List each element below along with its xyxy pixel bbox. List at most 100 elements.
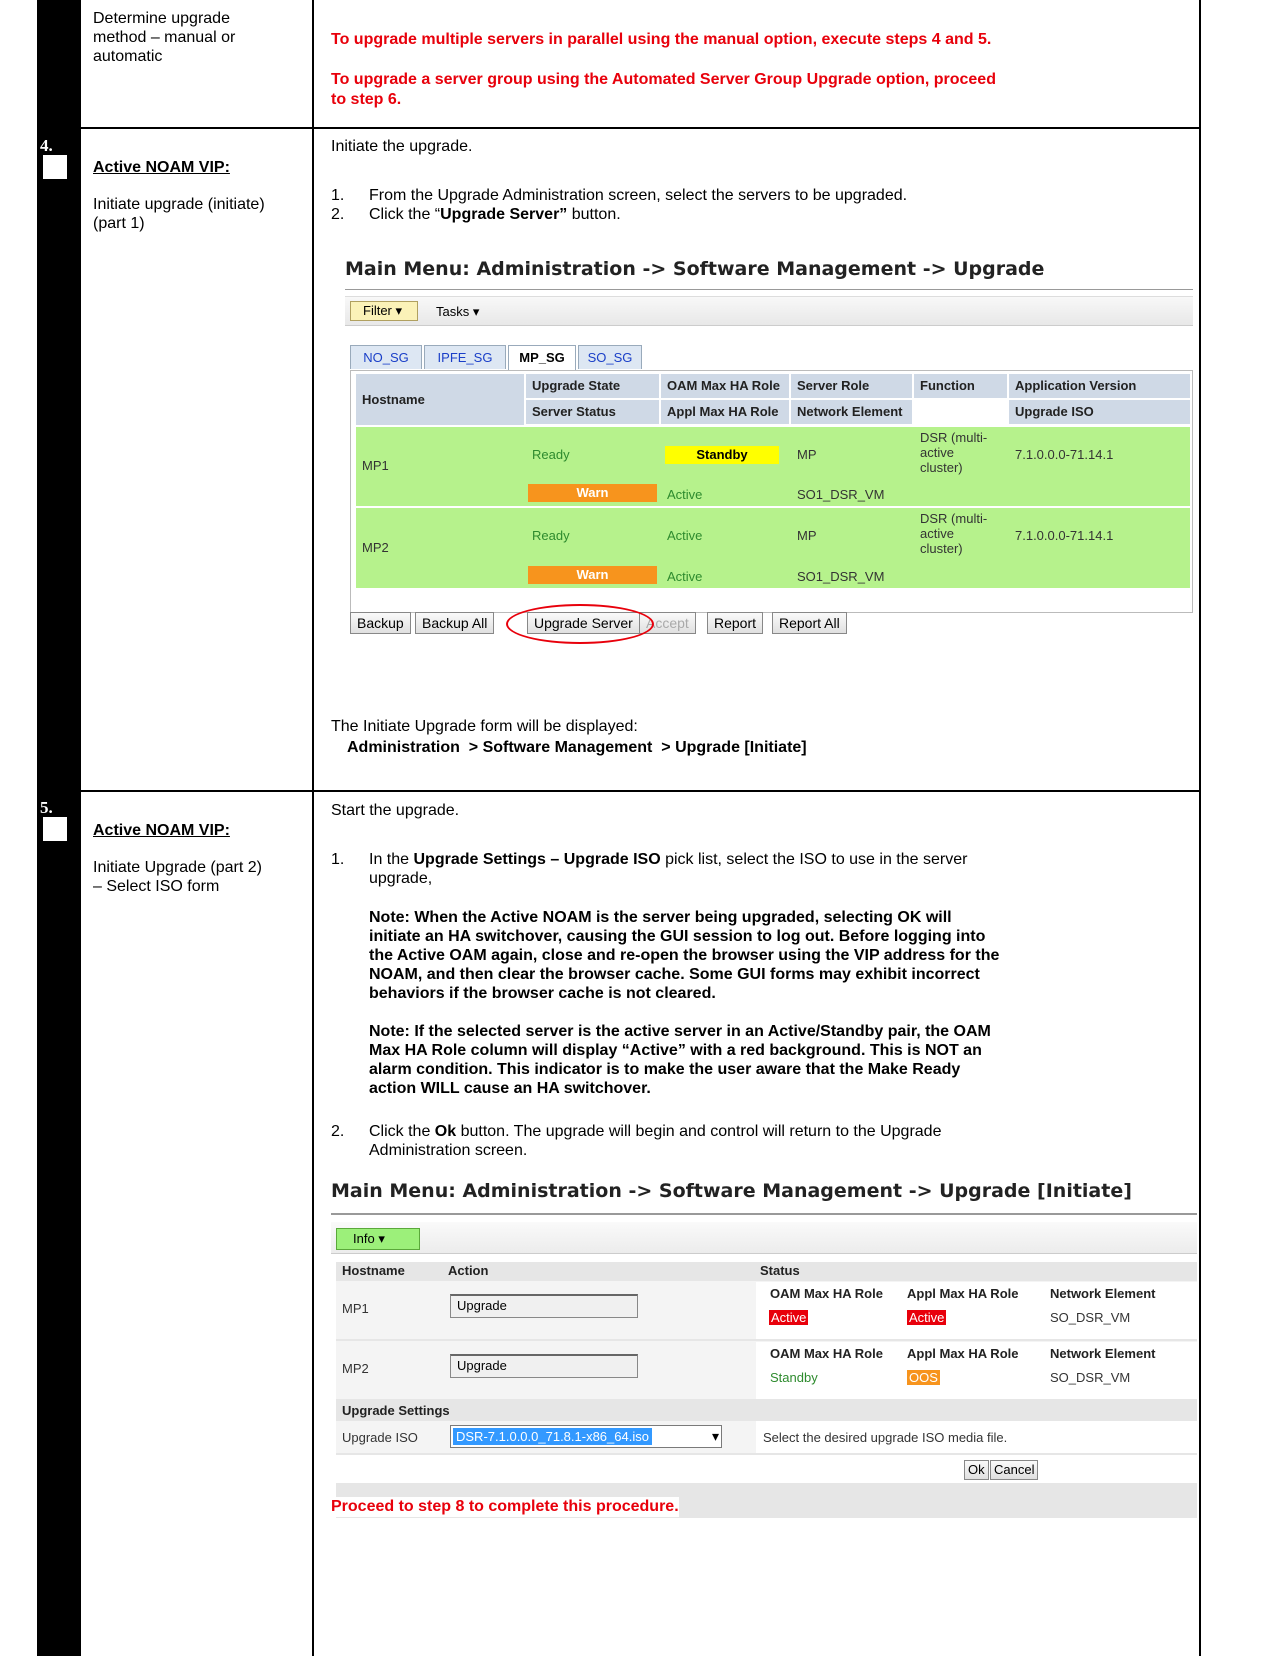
right-border (1199, 0, 1201, 1656)
tab-mp-sg[interactable]: MP_SG (508, 345, 576, 371)
tab-ipfe-sg[interactable]: IPFE_SG (424, 345, 506, 369)
screen-title: Main Menu: Administration -> Software Ma… (345, 258, 1045, 280)
row-server-role: MP (797, 447, 817, 462)
status-appl-value: OOS (907, 1370, 940, 1385)
step-item-text: From the Upgrade Administration screen, … (369, 187, 908, 204)
note-active-standby: Note: If the selected server is the acti… (369, 1023, 991, 1097)
step-item-number: 2. (331, 1123, 345, 1140)
row-hostname: MP2 (342, 1361, 369, 1376)
server-status-badge: Warn (528, 566, 657, 584)
screen-title: Main Menu: Administration -> Software Ma… (331, 1180, 1132, 1202)
row-upgrade-state: Ready (532, 447, 570, 462)
step-item-text: Click the “Upgrade Server” button. (369, 206, 621, 223)
row-oam-role: Active (667, 528, 703, 543)
status-appl-value: Active (907, 1310, 947, 1325)
col-server-status: Server Status (526, 400, 659, 424)
row-network-element: SO1_DSR_VM (797, 487, 885, 502)
title-rule (331, 1213, 1197, 1215)
step-checkbox[interactable] (43, 817, 67, 841)
proceed-instruction: Proceed to step 8 to complete this proce… (331, 1497, 679, 1517)
tab-bar: NO_SG IPFE_SG MP_SG SO_SG (350, 345, 1160, 371)
server-status-badge: Warn (528, 484, 657, 502)
step-number: 5. (40, 798, 53, 817)
form-button-row (336, 1455, 1197, 1483)
col-function: Function (914, 374, 1007, 398)
action-field[interactable]: Upgrade (450, 1354, 638, 1378)
col-hostname: Hostname (356, 374, 524, 425)
step-description: Initiate upgrade (initiate) (part 1) (93, 196, 265, 232)
status-ne-value: SO_DSR_VM (1050, 1310, 1131, 1325)
row-function: DSR (multi-active cluster) (920, 511, 988, 556)
table-row[interactable] (356, 508, 1190, 588)
oam-role-badge: Standby (665, 446, 779, 464)
row-hostname: MP2 (362, 540, 389, 555)
col-upgrade-state: Upgrade State (526, 374, 659, 398)
status-appl-label: Appl Max HA Role (907, 1286, 1019, 1301)
col-hostname: Hostname (342, 1263, 405, 1278)
row-hostname: MP1 (342, 1301, 369, 1316)
col-oam-role: OAM Max HA Role (661, 374, 789, 398)
method-label: Determine upgrade method – manual or aut… (93, 10, 236, 65)
form-note: The Initiate Upgrade form will be displa… (331, 718, 638, 735)
col-upgrade-iso: Upgrade ISO (1009, 400, 1190, 424)
step-number: 4. (40, 136, 53, 155)
iso-hint: Select the desired upgrade ISO media fil… (763, 1430, 1008, 1445)
tasks-menu[interactable]: Tasks ▾ (436, 303, 479, 321)
step-item-text: Click the Ok button. The upgrade will be… (369, 1123, 942, 1159)
tab-so-sg[interactable]: SO_SG (578, 345, 642, 369)
step-role: Active NOAM VIP: (93, 822, 230, 839)
column-divider (312, 0, 314, 1656)
step-role: Active NOAM VIP: (93, 159, 230, 176)
col-network-element: Network Element (791, 400, 912, 424)
status-oam-value: Standby (770, 1370, 818, 1385)
col-server-role: Server Role (791, 374, 912, 398)
info-button[interactable]: Info ▾ (336, 1228, 420, 1250)
step-item-number: 1. (331, 851, 345, 868)
ok-button[interactable]: Ok (964, 1460, 989, 1480)
col-action: Action (448, 1263, 489, 1278)
row-divider (37, 790, 1201, 792)
step-item-text: In the Upgrade Settings – Upgrade ISO pi… (369, 851, 968, 887)
status-ne-label: Network Element (1050, 1346, 1156, 1361)
status-ne-label: Network Element (1050, 1286, 1156, 1301)
status-oam-value: Active (769, 1310, 809, 1325)
filter-button[interactable]: Filter ▾ (350, 301, 418, 321)
iso-selected-value: DSR-7.1.0.0.0_71.8.1-x86_64.iso (453, 1428, 652, 1445)
step-item-number: 2. (331, 206, 345, 223)
automatic-instruction: To upgrade a server group using the Auto… (331, 71, 996, 108)
row-appl-role: Active (667, 487, 703, 502)
report-all-button[interactable]: Report All (772, 612, 847, 634)
highlight-circle (506, 604, 654, 644)
col-status: Status (760, 1263, 800, 1278)
manual-instruction: To upgrade multiple servers in parallel … (331, 31, 992, 48)
iso-select[interactable]: DSR-7.1.0.0.0_71.8.1-x86_64.iso ▾ (450, 1425, 722, 1448)
backup-button[interactable]: Backup (350, 612, 411, 634)
step-intro: Initiate the upgrade. (331, 138, 473, 155)
row-function: DSR (multi-active cluster) (920, 430, 988, 475)
status-ne-value: SO_DSR_VM (1050, 1370, 1131, 1385)
row-network-element: SO1_DSR_VM (797, 569, 885, 584)
status-oam-label: OAM Max HA Role (770, 1286, 883, 1301)
cancel-button[interactable]: Cancel (990, 1460, 1039, 1480)
row-app-version: 7.1.0.0.0-71.14.1 (1015, 447, 1114, 462)
dropdown-arrow-icon: ▾ (472, 304, 480, 319)
backup-all-button[interactable]: Backup All (415, 612, 495, 634)
tab-no-sg[interactable]: NO_SG (350, 345, 422, 369)
step-intro: Start the upgrade. (331, 802, 460, 819)
step-checkbox[interactable] (43, 155, 67, 179)
toolbar (331, 1222, 1197, 1254)
dropdown-arrow-icon: ▾ (378, 1231, 385, 1246)
row-upgrade-state: Ready (532, 528, 570, 543)
table-row[interactable] (356, 427, 1190, 506)
col-appl-role: Appl Max HA Role (661, 400, 789, 424)
status-appl-label: Appl Max HA Role (907, 1346, 1019, 1361)
chevron-down-icon: ▾ (711, 1428, 719, 1444)
action-field[interactable]: Upgrade (450, 1294, 638, 1318)
report-button[interactable]: Report (707, 612, 764, 634)
dropdown-arrow-icon: ▾ (395, 303, 403, 318)
step-item-number: 1. (331, 187, 345, 204)
row-server-role: MP (797, 528, 817, 543)
iso-label: Upgrade ISO (342, 1430, 418, 1445)
row-divider (37, 127, 1201, 129)
form-path: Administration > Software Management > U… (347, 739, 807, 756)
